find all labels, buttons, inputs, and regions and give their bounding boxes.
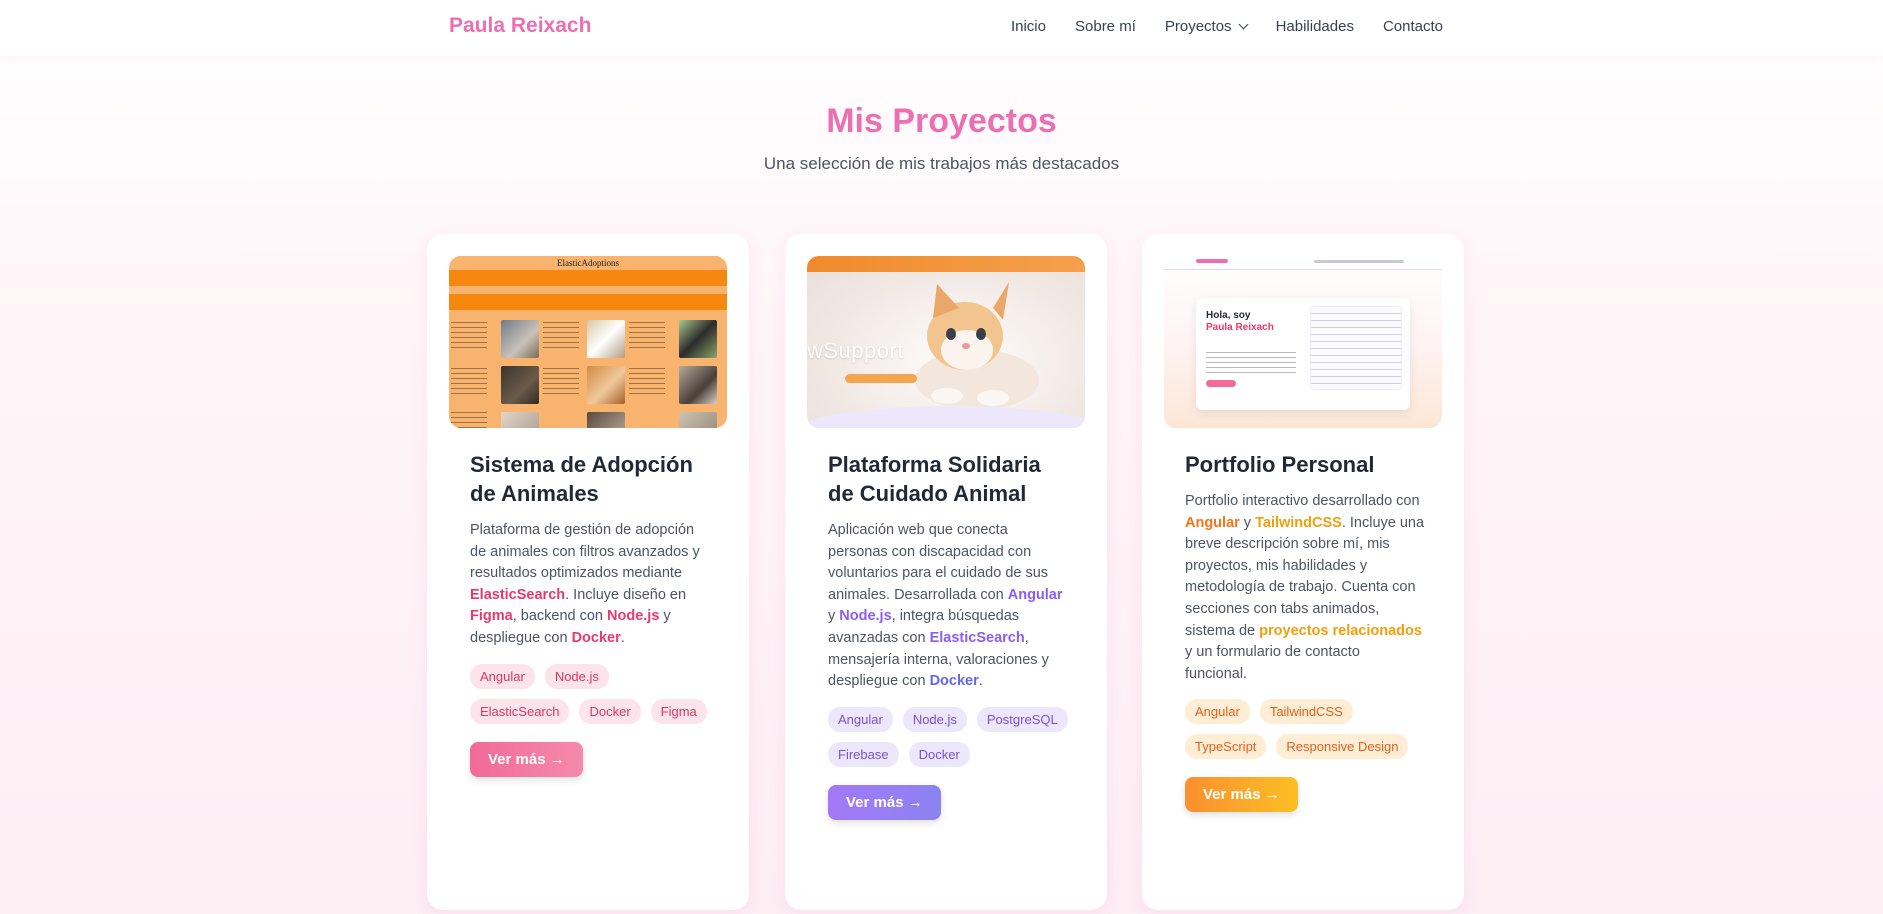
project-thumbnail: wSupport	[807, 256, 1085, 428]
tech-tag: Node.js	[902, 706, 967, 732]
tech-highlight: Node.js	[839, 608, 892, 625]
nav-link-contacto[interactable]: Contacto	[1383, 18, 1443, 35]
tech-highlight: Angular	[1185, 514, 1240, 531]
tech-tag: Firebase	[828, 741, 899, 767]
ver-mas-button[interactable]: Ver más →	[828, 784, 941, 820]
tech-tag: Angular	[1185, 699, 1250, 725]
thumbnail-band	[449, 270, 727, 286]
nav-link-label: Sobre mí	[1075, 18, 1136, 35]
thumbnail-greeting: Hola, soy	[1206, 310, 1251, 321]
tech-highlight: Docker	[929, 673, 979, 690]
cat-image	[915, 282, 1039, 410]
project-description: Aplicación web que conecta personas con …	[828, 522, 1063, 690]
project-card-portfolio: Hola, soy Paula Reixach Portfolio Person…	[1142, 234, 1464, 910]
tech-tag: TypeScript	[1185, 734, 1267, 760]
tech-tag: ElasticSearch	[470, 698, 570, 724]
nav-links: Inicio Sobre mí Proyectos Habilidades Co…	[1011, 18, 1443, 35]
tech-tag: Responsive Design	[1276, 734, 1409, 760]
thumbnail-panel: Hola, soy Paula Reixach	[1196, 298, 1410, 410]
tech-tags: Angular Node.js PostgreSQL Firebase Dock…	[828, 706, 1068, 767]
tech-highlight: Node.js	[607, 608, 660, 625]
project-title: Sistema de Adopción de Animales	[470, 452, 693, 506]
section-title: Mis Proyectos	[826, 102, 1057, 140]
project-description: Portfolio interactivo desarrollado con A…	[1185, 493, 1425, 682]
nav-link-sobre-mi[interactable]: Sobre mí	[1075, 18, 1136, 35]
project-thumbnail: ElasticAdoptions	[449, 256, 727, 428]
chevron-down-icon	[1238, 19, 1249, 30]
tech-highlight: ElasticSearch	[470, 586, 566, 603]
thumbnail-title: ElasticAdoptions	[449, 256, 727, 270]
thumbnail-nav	[1164, 256, 1442, 270]
tech-highlight: Angular	[1007, 586, 1063, 603]
nav-link-label: Inicio	[1010, 18, 1046, 35]
tech-tag: Docker	[579, 698, 641, 724]
ver-mas-button[interactable]: Ver más →	[470, 741, 583, 777]
pet-grid	[449, 318, 727, 428]
thumbnail-band	[449, 294, 727, 310]
project-thumbnail: Hola, soy Paula Reixach	[1164, 256, 1442, 428]
tech-tag: Docker	[908, 741, 970, 767]
tech-tag: PostgreSQL	[976, 706, 1068, 732]
card-body: Sistema de Adopción de Animales Platafor…	[470, 450, 710, 777]
card-body: Portfolio Personal Portfolio interactivo…	[1185, 450, 1425, 813]
tech-highlight: TailwindCSS	[1255, 514, 1342, 531]
card-body: Plataforma Solidaria de Cuidado Animal A…	[828, 450, 1068, 820]
thumbnail-name: Paula Reixach	[1206, 322, 1274, 333]
nav-link-label: Habilidades	[1275, 18, 1354, 35]
tech-highlight: proyectos relacionados	[1259, 622, 1422, 639]
brand-logo[interactable]: Paula Reixach	[449, 14, 591, 38]
tech-tags: Angular TailwindCSS TypeScript Responsiv…	[1185, 699, 1425, 760]
nav-link-label: Proyectos	[1164, 18, 1232, 35]
tech-tag: Node.js	[544, 663, 609, 689]
nav-link-habilidades[interactable]: Habilidades	[1276, 18, 1354, 35]
project-card-cuidado-animal: wSupport Plataforma Solidaria de Cuidado…	[785, 234, 1107, 910]
project-title: Portfolio Personal	[1185, 452, 1375, 477]
ver-mas-button[interactable]: Ver más →	[1185, 777, 1298, 813]
thumbnail-button	[845, 374, 917, 383]
tech-highlight: ElasticSearch	[929, 629, 1025, 646]
top-navbar: Paula Reixach Inicio Sobre mí Proyectos …	[0, 0, 1883, 56]
nav-link-proyectos[interactable]: Proyectos	[1164, 18, 1249, 35]
project-card-adopcion: ElasticAdoptions Sistema de Adopción de …	[427, 234, 749, 910]
thumbnail-header	[807, 256, 1085, 272]
tech-tags: Angular Node.js ElasticSearch Docker Fig…	[470, 663, 710, 724]
project-description: Plataforma de gestión de adopción de ani…	[470, 522, 700, 646]
tech-highlight: Docker	[571, 629, 621, 646]
nav-link-inicio[interactable]: Inicio	[1011, 18, 1046, 35]
thumbnail-title: wSupport	[807, 338, 904, 363]
thumbnail-code-block	[1310, 306, 1402, 390]
tech-tag: Figma	[650, 698, 707, 724]
tech-tag: Angular	[470, 663, 535, 689]
nav-link-label: Contacto	[1382, 18, 1443, 35]
project-title: Plataforma Solidaria de Cuidado Animal	[828, 452, 1041, 506]
tech-tag: Angular	[828, 706, 893, 732]
tech-tag: TailwindCSS	[1259, 699, 1353, 725]
section-subtitle: Una selección de mis trabajos más destac…	[763, 154, 1120, 173]
tech-highlight: Figma	[470, 608, 513, 625]
